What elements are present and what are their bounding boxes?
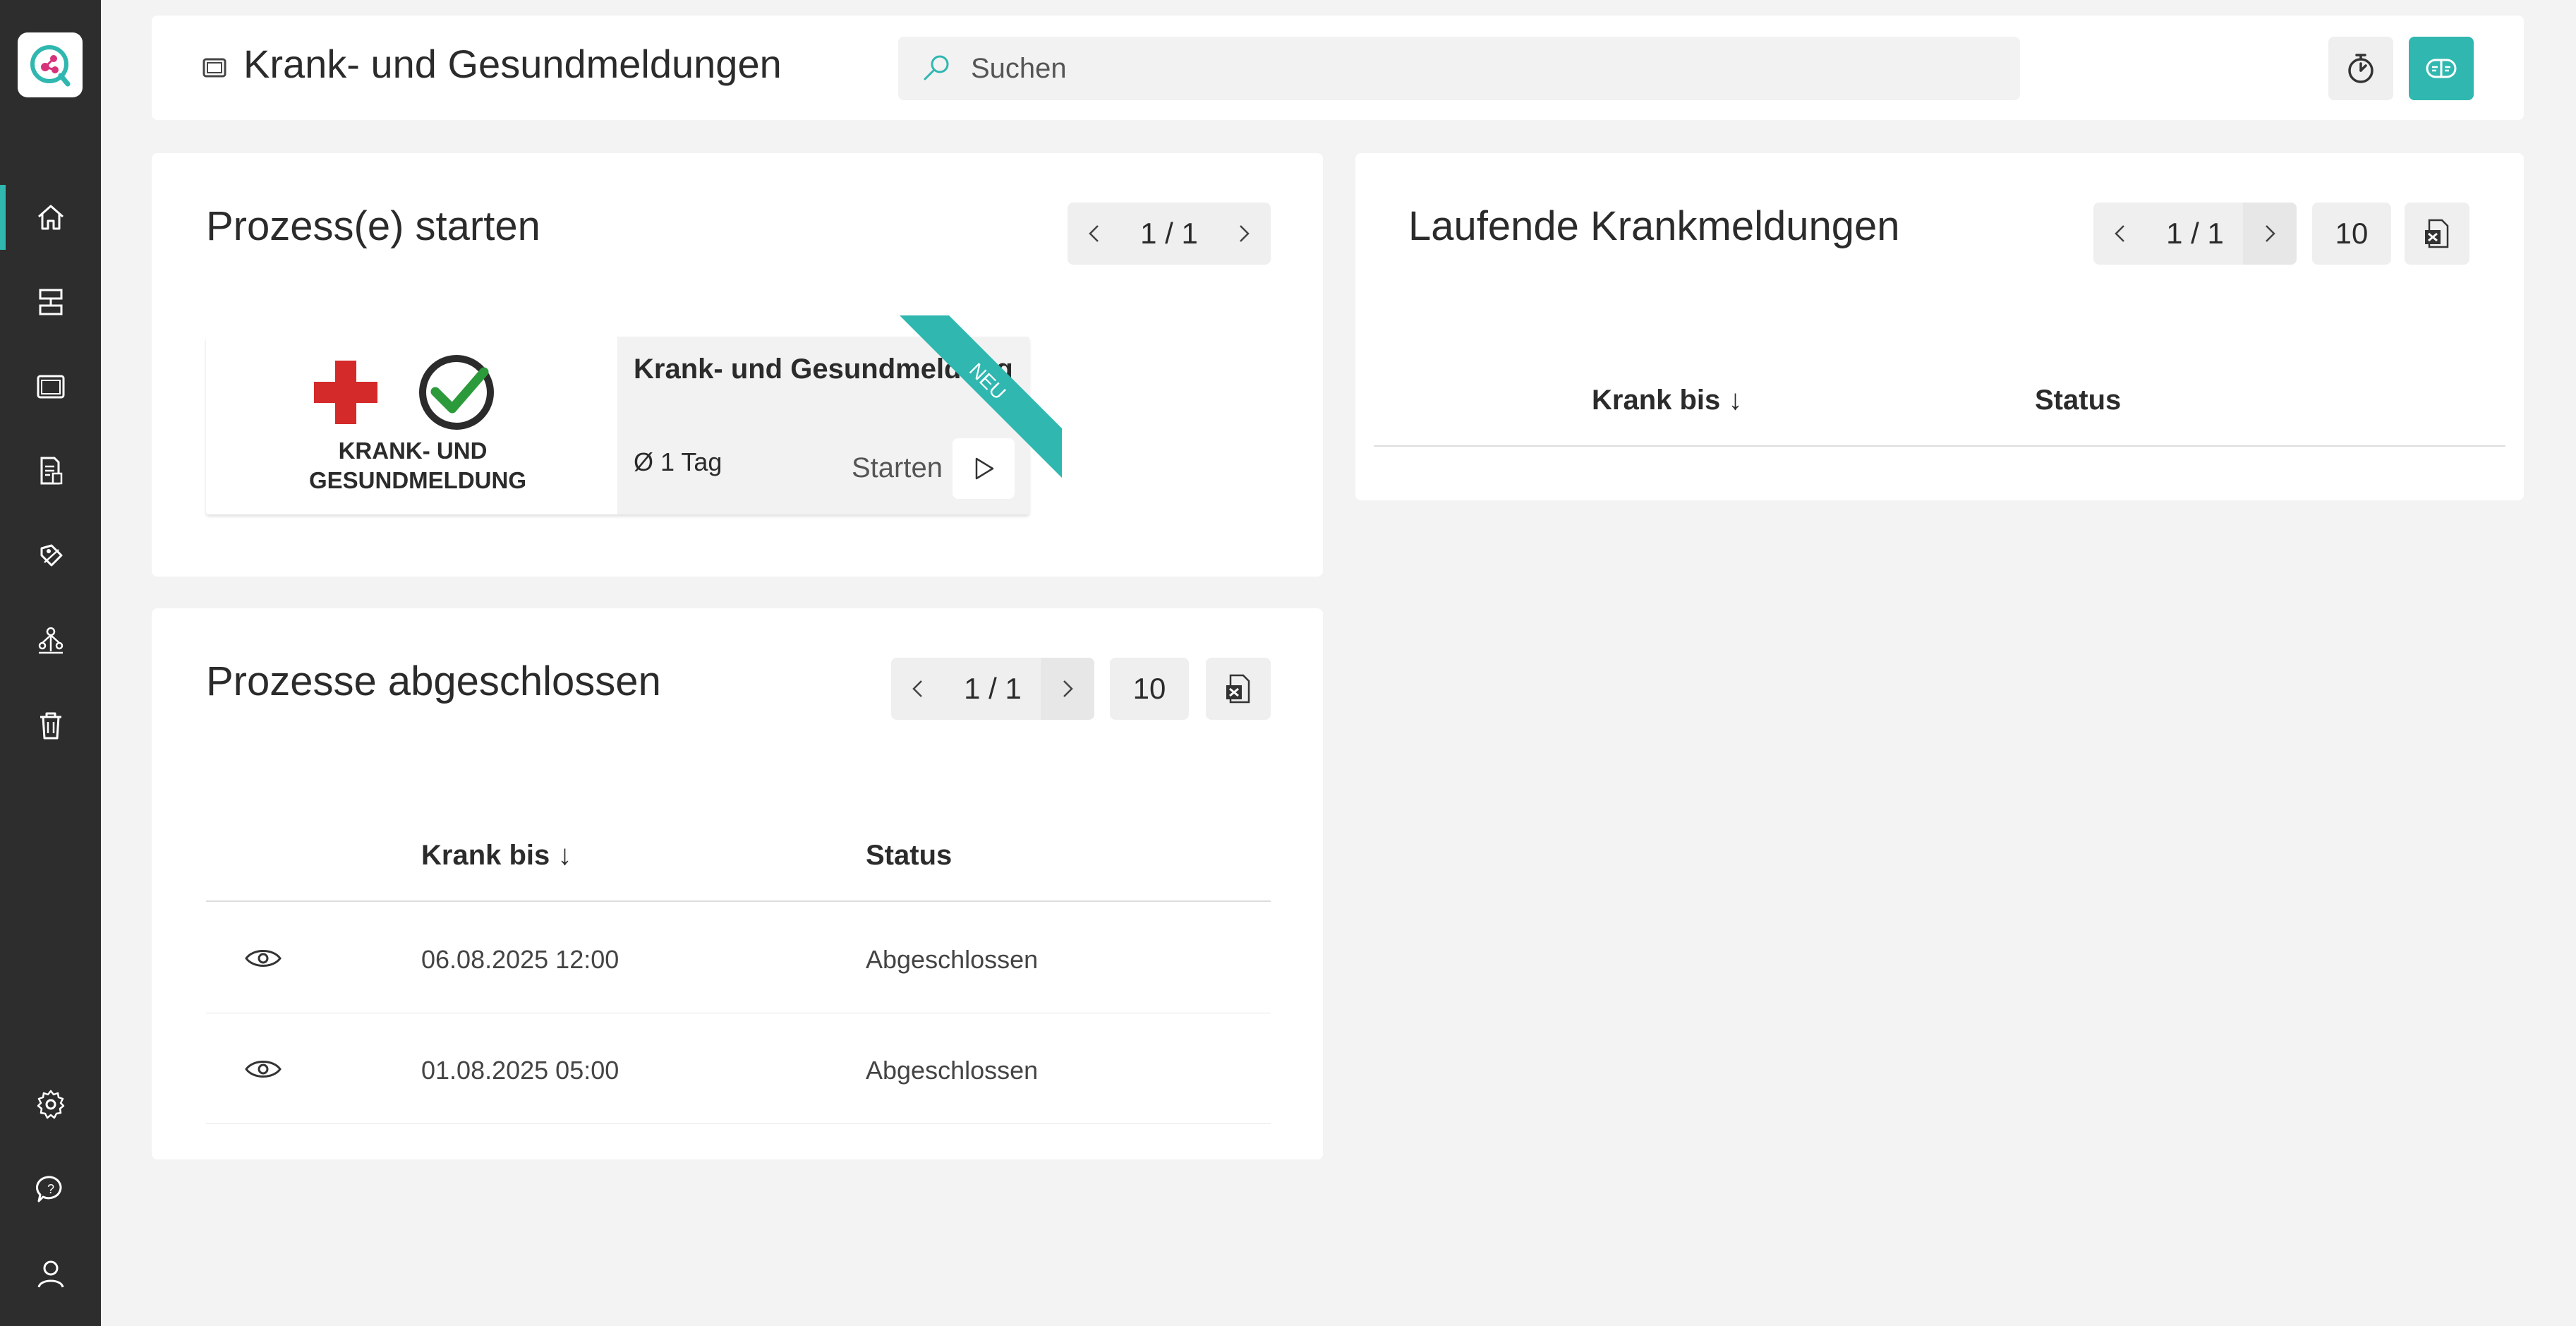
column-header-status[interactable]: Status bbox=[2035, 385, 2121, 416]
page-indicator: 1 / 1 bbox=[964, 672, 1022, 705]
running-sick-notes-card: Laufende Krankmeldungen 1 / 1 10 Krank b… bbox=[1355, 153, 2524, 500]
logo-text-line1: KRANK- UND bbox=[339, 438, 488, 464]
nav-organisation[interactable] bbox=[0, 605, 101, 676]
new-badge: NEU bbox=[900, 315, 1062, 478]
logo-icon bbox=[30, 45, 71, 87]
sidebar: ? bbox=[0, 0, 101, 1326]
start-process-card: Prozess(e) starten 1 / 1 KRANK- UND GESU… bbox=[152, 153, 1323, 577]
next-page-button[interactable] bbox=[1217, 203, 1271, 265]
card-title: Prozesse abgeschlossen bbox=[206, 658, 661, 704]
page-size-select[interactable]: 10 bbox=[2312, 203, 2391, 265]
search-input[interactable] bbox=[971, 37, 2001, 100]
help-chat-icon: ? bbox=[35, 1176, 61, 1203]
pager: 1 / 1 bbox=[2093, 203, 2297, 265]
chevron-right-icon bbox=[1063, 680, 1073, 697]
user-icon bbox=[37, 1260, 64, 1288]
nav-profile[interactable] bbox=[0, 1238, 101, 1309]
org-chart-icon bbox=[38, 627, 63, 654]
sick-note-logo: KRANK- UND GESUNDMELDUNG bbox=[309, 355, 526, 493]
svg-text:?: ? bbox=[47, 1182, 54, 1196]
nav-window[interactable] bbox=[0, 351, 101, 422]
excel-export-button[interactable] bbox=[1206, 658, 1271, 720]
home-icon bbox=[37, 205, 64, 230]
nav-tags[interactable] bbox=[0, 521, 101, 591]
timer-button[interactable] bbox=[2328, 37, 2393, 100]
nav-documents[interactable] bbox=[0, 436, 101, 507]
card-title: Laufende Krankmeldungen bbox=[1408, 203, 1900, 249]
page-indicator: 1 / 1 bbox=[1140, 217, 1198, 250]
page-size-select[interactable]: 10 bbox=[1110, 658, 1189, 720]
chevron-left-icon bbox=[912, 680, 922, 697]
chat-bubbles-icon bbox=[2426, 59, 2457, 78]
chevron-right-icon bbox=[2266, 225, 2275, 242]
prev-page-button[interactable] bbox=[891, 658, 945, 720]
logo-text-line2: GESUNDMELDUNG bbox=[309, 467, 526, 493]
nav-trash[interactable] bbox=[0, 690, 101, 761]
next-page-button[interactable] bbox=[1041, 658, 1094, 720]
finished-processes-card: Prozesse abgeschlossen 1 / 1 10 Krank bi… bbox=[152, 608, 1323, 1159]
nav-process[interactable] bbox=[0, 267, 101, 337]
row-status: Abgeschlossen bbox=[866, 945, 1039, 974]
tag-icon bbox=[40, 544, 62, 567]
nav-settings[interactable] bbox=[0, 1069, 101, 1140]
prev-page-button[interactable] bbox=[1068, 203, 1121, 265]
top-header: Krank- und Gesundmeldungen bbox=[152, 16, 2524, 120]
process-duration: Ø 1 Tag bbox=[634, 447, 722, 476]
column-header-krank-bis[interactable]: Krank bis ↓ bbox=[1592, 385, 1742, 416]
view-eye-icon[interactable] bbox=[243, 944, 283, 972]
row-date: 06.08.2025 12:00 bbox=[421, 945, 619, 974]
pager: 1 / 1 bbox=[891, 658, 1094, 720]
document-icon bbox=[40, 457, 62, 485]
table-header-divider bbox=[1374, 445, 2505, 447]
excel-icon bbox=[2425, 219, 2449, 248]
window-icon bbox=[37, 375, 64, 399]
process-icon bbox=[39, 289, 62, 315]
chevron-right-icon bbox=[1240, 225, 1250, 242]
page-indicator: 1 / 1 bbox=[2166, 217, 2224, 250]
row-date: 01.08.2025 05:00 bbox=[421, 1056, 619, 1085]
prev-page-button[interactable] bbox=[2093, 203, 2147, 265]
row-status: Abgeschlossen bbox=[866, 1056, 1039, 1085]
column-header-krank-bis[interactable]: Krank bis ↓ bbox=[421, 840, 572, 872]
stopwatch-icon bbox=[2348, 54, 2374, 83]
nav-home[interactable] bbox=[0, 182, 101, 253]
trash-icon bbox=[40, 712, 61, 740]
page-title: Krank- und Gesundmeldungen bbox=[243, 42, 782, 86]
chevron-left-icon bbox=[1089, 225, 1099, 242]
settings-icon bbox=[37, 1090, 64, 1119]
column-header-status[interactable]: Status bbox=[866, 840, 952, 872]
chat-button[interactable] bbox=[2409, 37, 2474, 100]
chevron-left-icon bbox=[2115, 225, 2124, 242]
card-title: Prozess(e) starten bbox=[206, 203, 540, 249]
next-page-button[interactable] bbox=[2243, 203, 2297, 265]
excel-icon bbox=[1226, 674, 1250, 704]
pager: 1 / 1 bbox=[1068, 203, 1271, 265]
nav-help[interactable]: ? bbox=[0, 1154, 101, 1224]
excel-export-button[interactable] bbox=[2405, 203, 2469, 265]
app-logo[interactable] bbox=[18, 32, 83, 97]
search-box bbox=[898, 37, 2020, 100]
window-icon bbox=[202, 58, 226, 78]
table-header-divider bbox=[206, 900, 1271, 902]
search-icon bbox=[924, 55, 949, 80]
process-image: KRANK- UND GESUNDMELDUNG bbox=[206, 337, 617, 514]
view-eye-icon[interactable] bbox=[243, 1055, 283, 1083]
row-divider bbox=[206, 1123, 1271, 1124]
